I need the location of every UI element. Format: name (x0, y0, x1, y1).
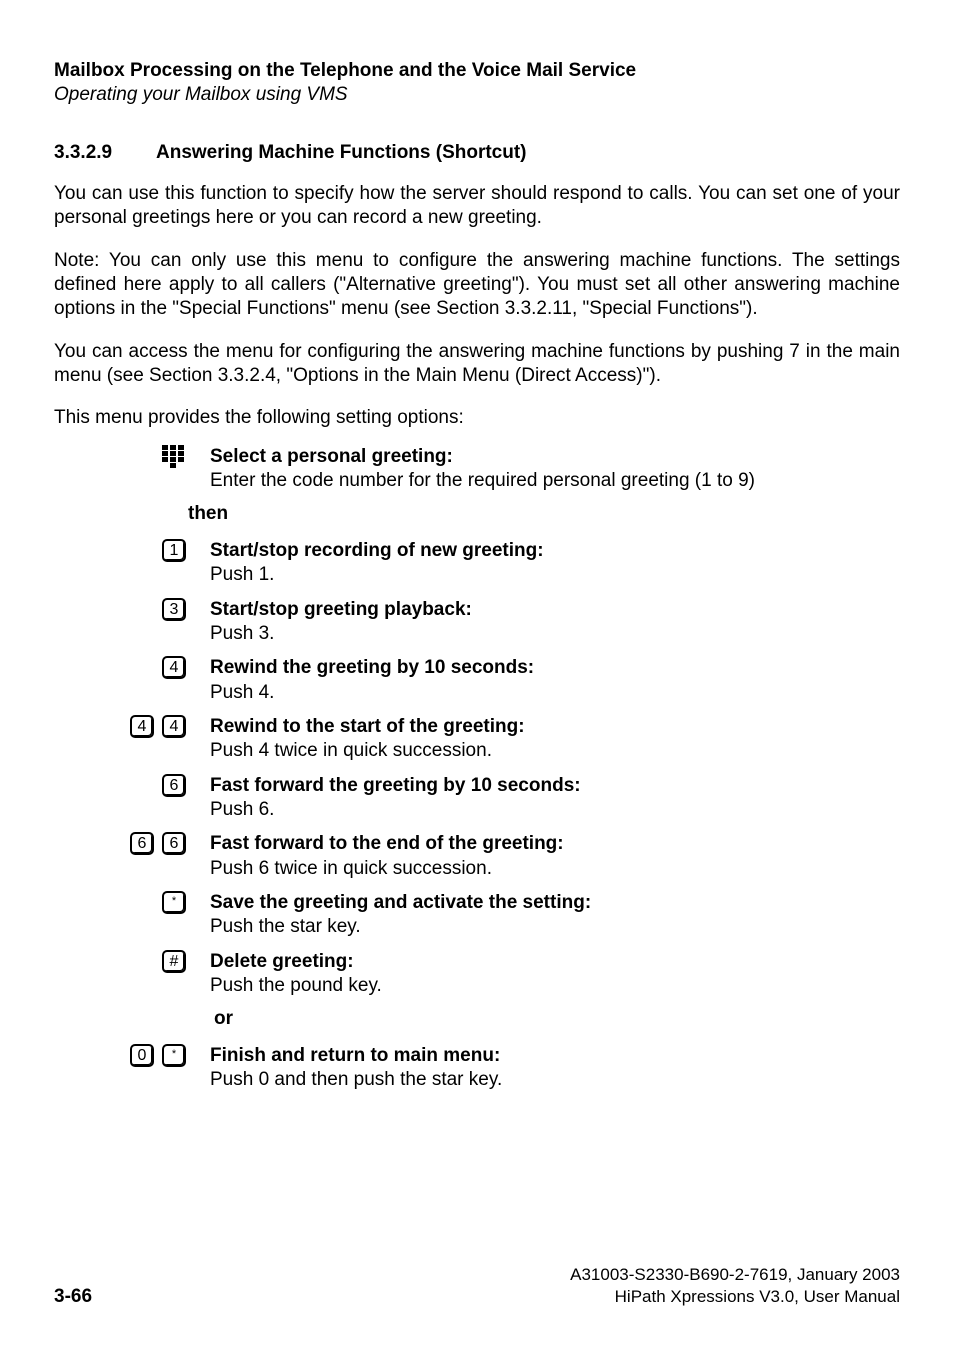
then-label: then (188, 503, 900, 525)
item-title: Start/stop recording of new greeting: (210, 540, 544, 561)
section-heading: 3.3.2.9Answering Machine Functions (Shor… (54, 142, 900, 164)
chapter-title: Mailbox Processing on the Telephone and … (54, 60, 900, 82)
list-item: * Save the greeting and activate the set… (54, 891, 900, 940)
item-title: Rewind the greeting by 10 seconds: (210, 657, 534, 678)
item-text: Fast forward to the end of the greeting:… (206, 832, 900, 881)
item-title: Select a personal greeting: (210, 446, 453, 467)
paragraph: Note: You can only use this menu to conf… (54, 249, 900, 322)
key-icon: * (162, 891, 186, 914)
item-title: Fast forward the greeting by 10 seconds: (210, 775, 581, 796)
item-text: Delete greeting: Push the pound key. (206, 950, 900, 999)
key-icon: * (162, 1044, 186, 1067)
option-list: Select a personal greeting: Enter the co… (54, 445, 900, 1093)
item-desc: Push the pound key. (210, 974, 900, 998)
list-item: 4 Rewind the greeting by 10 seconds: Pus… (54, 656, 900, 705)
item-desc: Push the star key. (210, 915, 900, 939)
item-desc: Push 3. (210, 622, 900, 646)
key-icon: 4 (162, 715, 186, 738)
list-item: # Delete greeting: Push the pound key. (54, 950, 900, 999)
paragraph: You can use this function to specify how… (54, 182, 900, 231)
list-item: 1 Start/stop recording of new greeting: … (54, 539, 900, 588)
left-key-slot: 0 (130, 1044, 154, 1067)
item-desc: Push 6 twice in quick succession. (210, 857, 900, 881)
item-title: Save the greeting and activate the setti… (210, 892, 591, 913)
item-text: Rewind the greeting by 10 seconds: Push … (206, 656, 900, 705)
item-title: Delete greeting: (210, 951, 354, 972)
item-desc: Enter the code number for the required p… (210, 469, 900, 493)
list-item: 0 * Finish and return to main menu: Push… (54, 1044, 900, 1093)
section-number: 3.3.2.9 (54, 142, 156, 164)
item-text: Finish and return to main menu: Push 0 a… (206, 1044, 900, 1093)
list-item: 4 4 Rewind to the start of the greeting:… (54, 715, 900, 764)
item-desc: Push 6. (210, 798, 900, 822)
page-footer: A31003-S2330-B690-2-7619, January 2003 H… (54, 1264, 900, 1308)
item-text: Start/stop greeting playback: Push 3. (206, 598, 900, 647)
item-title: Start/stop greeting playback: (210, 599, 472, 620)
key-icon: 6 (130, 832, 154, 855)
item-title: Finish and return to main menu: (210, 1045, 500, 1066)
item-text: Rewind to the start of the greeting: Pus… (206, 715, 900, 764)
paragraph: This menu provides the following setting… (54, 406, 900, 430)
key-icon: # (162, 950, 186, 973)
keypad-icon (162, 445, 184, 469)
item-text: Select a personal greeting: Enter the co… (206, 445, 900, 494)
key-icon: 6 (162, 832, 186, 855)
item-desc: Push 1. (210, 563, 900, 587)
list-item: Select a personal greeting: Enter the co… (54, 445, 900, 494)
item-text: Start/stop recording of new greeting: Pu… (206, 539, 900, 588)
key-icon: 3 (162, 598, 186, 621)
key-icon: 6 (162, 774, 186, 797)
page: Mailbox Processing on the Telephone and … (0, 0, 954, 1352)
item-desc: Push 0 and then push the star key. (210, 1068, 900, 1092)
key-icon: 1 (162, 539, 186, 562)
list-item: 3 Start/stop greeting playback: Push 3. (54, 598, 900, 647)
item-desc: Push 4. (210, 681, 900, 705)
item-desc: Push 4 twice in quick succession. (210, 739, 900, 763)
item-text: Fast forward the greeting by 10 seconds:… (206, 774, 900, 823)
key-icon: 4 (130, 715, 154, 738)
paragraph: You can access the menu for configuring … (54, 340, 900, 389)
chapter-subtitle: Operating your Mailbox using VMS (54, 84, 900, 106)
key-icon: 4 (162, 656, 186, 679)
left-key-slot: 6 (130, 832, 154, 855)
footer-docid: A31003-S2330-B690-2-7619, January 2003 (54, 1264, 900, 1286)
section-title: Answering Machine Functions (Shortcut) (156, 142, 527, 163)
key-icon: 0 (130, 1044, 154, 1067)
page-number: 3-66 (54, 1286, 92, 1308)
list-item: 6 Fast forward the greeting by 10 second… (54, 774, 900, 823)
footer-product: HiPath Xpressions V3.0, User Manual (54, 1286, 900, 1308)
item-title: Fast forward to the end of the greeting: (210, 833, 564, 854)
item-title: Rewind to the start of the greeting: (210, 716, 525, 737)
list-item: 6 6 Fast forward to the end of the greet… (54, 832, 900, 881)
item-text: Save the greeting and activate the setti… (206, 891, 900, 940)
left-key-slot: 4 (130, 715, 154, 738)
or-label: or (214, 1008, 900, 1030)
